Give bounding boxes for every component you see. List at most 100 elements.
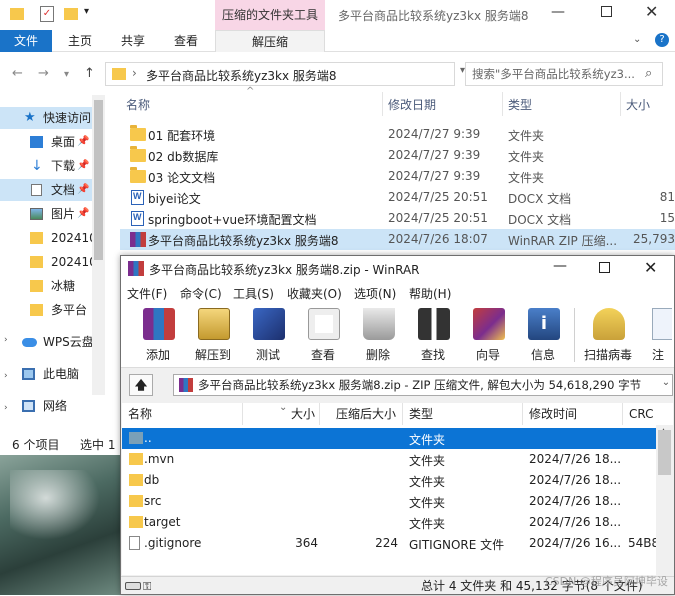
view-button[interactable]: 查看 (299, 306, 347, 366)
up-one-level-button[interactable]: 🡅 (129, 374, 153, 396)
file-row[interactable]: 02 db数据库 2024/7/27 9:39 文件夹 (120, 145, 675, 166)
file-row[interactable]: biyei论文2024/7/25 20:51DOCX 文档81 (120, 187, 675, 208)
tab-home[interactable]: 主页 (68, 30, 92, 52)
tab-file[interactable]: 文件 (0, 30, 52, 52)
sidebar-item-this-pc[interactable]: 此电脑 (0, 363, 98, 385)
folder-icon[interactable] (10, 8, 24, 20)
archive-row[interactable]: src 文件夹 2024/7/26 18... (122, 491, 656, 512)
compressed-folder-tools-tab[interactable]: 压缩的文件夹工具 (215, 0, 325, 30)
virus-scan-button[interactable]: 扫描病毒 (584, 306, 632, 366)
archive-path-field[interactable]: 多平台商品比较系统yz3kx 服务端8.zip - ZIP 压缩文件, 解包大小… (173, 374, 673, 396)
maximize-button[interactable] (598, 4, 616, 20)
minimize-button[interactable]: — (548, 4, 568, 20)
search-icon[interactable]: ⌕ (645, 66, 652, 81)
wizard-button[interactable]: 向导 (464, 306, 512, 366)
up-icon[interactable]: ↑ (84, 66, 95, 81)
add-archive-icon (143, 308, 175, 340)
folder-icon (30, 304, 43, 316)
picture-icon (30, 208, 43, 220)
ribbon-expand-icon[interactable]: ⌄ (633, 34, 641, 45)
sidebar-item-wps-cloud[interactable]: WPS云盘 (0, 331, 98, 353)
menu-tools[interactable]: 工具(S) (233, 285, 274, 302)
document-icon (31, 184, 42, 196)
info-button[interactable]: i 信息 (519, 306, 567, 366)
virus-scan-icon (593, 308, 625, 340)
delete-icon (363, 308, 395, 340)
tab-view[interactable]: 查看 (174, 30, 198, 52)
sidebar-item-quick-access[interactable]: ★ 快速访问 (0, 107, 98, 129)
path-dropdown-icon[interactable]: ⌄ (660, 377, 672, 388)
chevron-down-icon[interactable]: ▾ (84, 6, 89, 17)
sidebar-item-folder[interactable]: 202410 (0, 227, 98, 249)
sidebar-item-folder[interactable]: 冰糖 (0, 275, 98, 297)
column-date[interactable]: 修改日期 (388, 96, 436, 113)
rar-column-modified[interactable]: 修改时间 (523, 403, 623, 425)
archive-row[interactable]: target 文件夹 2024/7/26 18... (122, 512, 656, 533)
folder-icon (129, 516, 143, 528)
add-button[interactable]: 添加 (134, 306, 182, 366)
rar-column-type[interactable]: 类型 (403, 403, 523, 425)
tab-extract[interactable]: 解压缩 (215, 30, 325, 52)
sidebar-item-desktop[interactable]: 桌面 📌 (0, 131, 98, 153)
forward-icon[interactable]: → (38, 66, 49, 81)
find-button[interactable]: 查找 (409, 306, 457, 366)
sidebar-item-folder[interactable]: 202410 (0, 251, 98, 273)
extract-to-button[interactable]: 解压到 (189, 306, 237, 366)
archive-path-text: 多平台商品比较系统yz3kx 服务端8.zip - ZIP 压缩文件, 解包大小… (198, 378, 642, 392)
pin-icon[interactable]: 📌 (77, 179, 89, 201)
menu-help[interactable]: 帮助(H) (409, 285, 451, 302)
wizard-icon (473, 308, 505, 340)
file-row[interactable]: springboot+vue环境配置文档2024/7/25 20:51DOCX … (120, 208, 675, 229)
recent-locations-icon[interactable]: ▾ (64, 69, 69, 80)
delete-button[interactable]: 删除 (354, 306, 402, 366)
tab-share[interactable]: 共享 (121, 30, 145, 52)
back-icon[interactable]: ← (12, 66, 23, 81)
pin-icon[interactable]: 📌 (77, 155, 89, 177)
winrar-minimize-button[interactable]: — (553, 258, 567, 274)
column-type[interactable]: 类型 (508, 96, 532, 113)
sidebar-item-downloads[interactable]: ↓ 下载 📌 (0, 155, 98, 177)
archive-row[interactable]: .gitignore 364 224 GITIGNORE 文件 2024/7/26 16… (122, 533, 659, 554)
rar-column-name[interactable]: 名称 (122, 403, 243, 425)
address-bar[interactable]: › 多平台商品比较系统yz3kx 服务端8 (105, 62, 455, 86)
key-icon[interactable]: ⚿ (143, 578, 151, 596)
rar-column-size[interactable]: ⌄ 大小 (243, 402, 320, 425)
sidebar-item-network[interactable]: 网络 (0, 395, 98, 417)
file-row[interactable]: 01 配套环境 2024/7/27 9:39 文件夹 (120, 124, 675, 145)
sidebar-item-pictures[interactable]: 图片 📌 (0, 203, 98, 225)
menu-commands[interactable]: 命令(C) (180, 285, 222, 302)
test-button[interactable]: 测试 (244, 306, 292, 366)
pin-icon[interactable]: 📌 (77, 131, 89, 153)
rar-column-crc[interactable]: CRC (623, 403, 673, 425)
properties-icon[interactable]: ✓ (40, 6, 54, 22)
binoculars-icon (418, 308, 450, 340)
search-input[interactable]: 搜索"多平台商品比较系统yz3... (465, 62, 663, 86)
file-row[interactable]: 03 论文文档 2024/7/27 9:39 文件夹 (120, 166, 675, 187)
sidebar-scrollbar-thumb[interactable] (94, 100, 103, 260)
archive-list-scrollbar-thumb[interactable] (658, 430, 671, 475)
menu-options[interactable]: 选项(N) (354, 285, 396, 302)
close-button[interactable]: ✕ (645, 2, 658, 21)
archive-row[interactable]: .. 文件夹 (122, 428, 656, 449)
word-doc-icon (131, 190, 144, 205)
sidebar-item-folder[interactable]: 多平台 (0, 299, 98, 321)
word-doc-icon (131, 211, 144, 226)
comment-icon (652, 308, 672, 340)
rar-column-packed[interactable]: 压缩后大小 (320, 403, 403, 425)
comment-button[interactable]: 注 (644, 306, 672, 366)
winrar-maximize-button[interactable] (599, 262, 610, 273)
menu-favorites[interactable]: 收藏夹(O) (287, 285, 342, 302)
menu-file[interactable]: 文件(F) (127, 285, 167, 302)
archive-row[interactable]: .mvn 文件夹 2024/7/26 18... (122, 449, 656, 470)
archive-row[interactable]: db 文件夹 2024/7/26 18... (122, 470, 656, 491)
help-icon[interactable]: ? (655, 33, 669, 47)
pin-icon[interactable]: 📌 (77, 203, 89, 225)
column-size[interactable]: 大小 (626, 96, 650, 113)
cloud-icon (22, 338, 37, 347)
new-folder-icon[interactable] (64, 8, 78, 20)
file-row[interactable]: 多平台商品比较系统yz3kx 服务端8 2024/7/26 18:07 WinRAR… (120, 229, 675, 250)
drive-icon[interactable] (125, 582, 141, 590)
sidebar-item-documents[interactable]: 文档 📌 (0, 179, 98, 201)
winrar-close-button[interactable]: ✕ (644, 258, 657, 277)
column-name[interactable]: 名称 (126, 96, 150, 113)
